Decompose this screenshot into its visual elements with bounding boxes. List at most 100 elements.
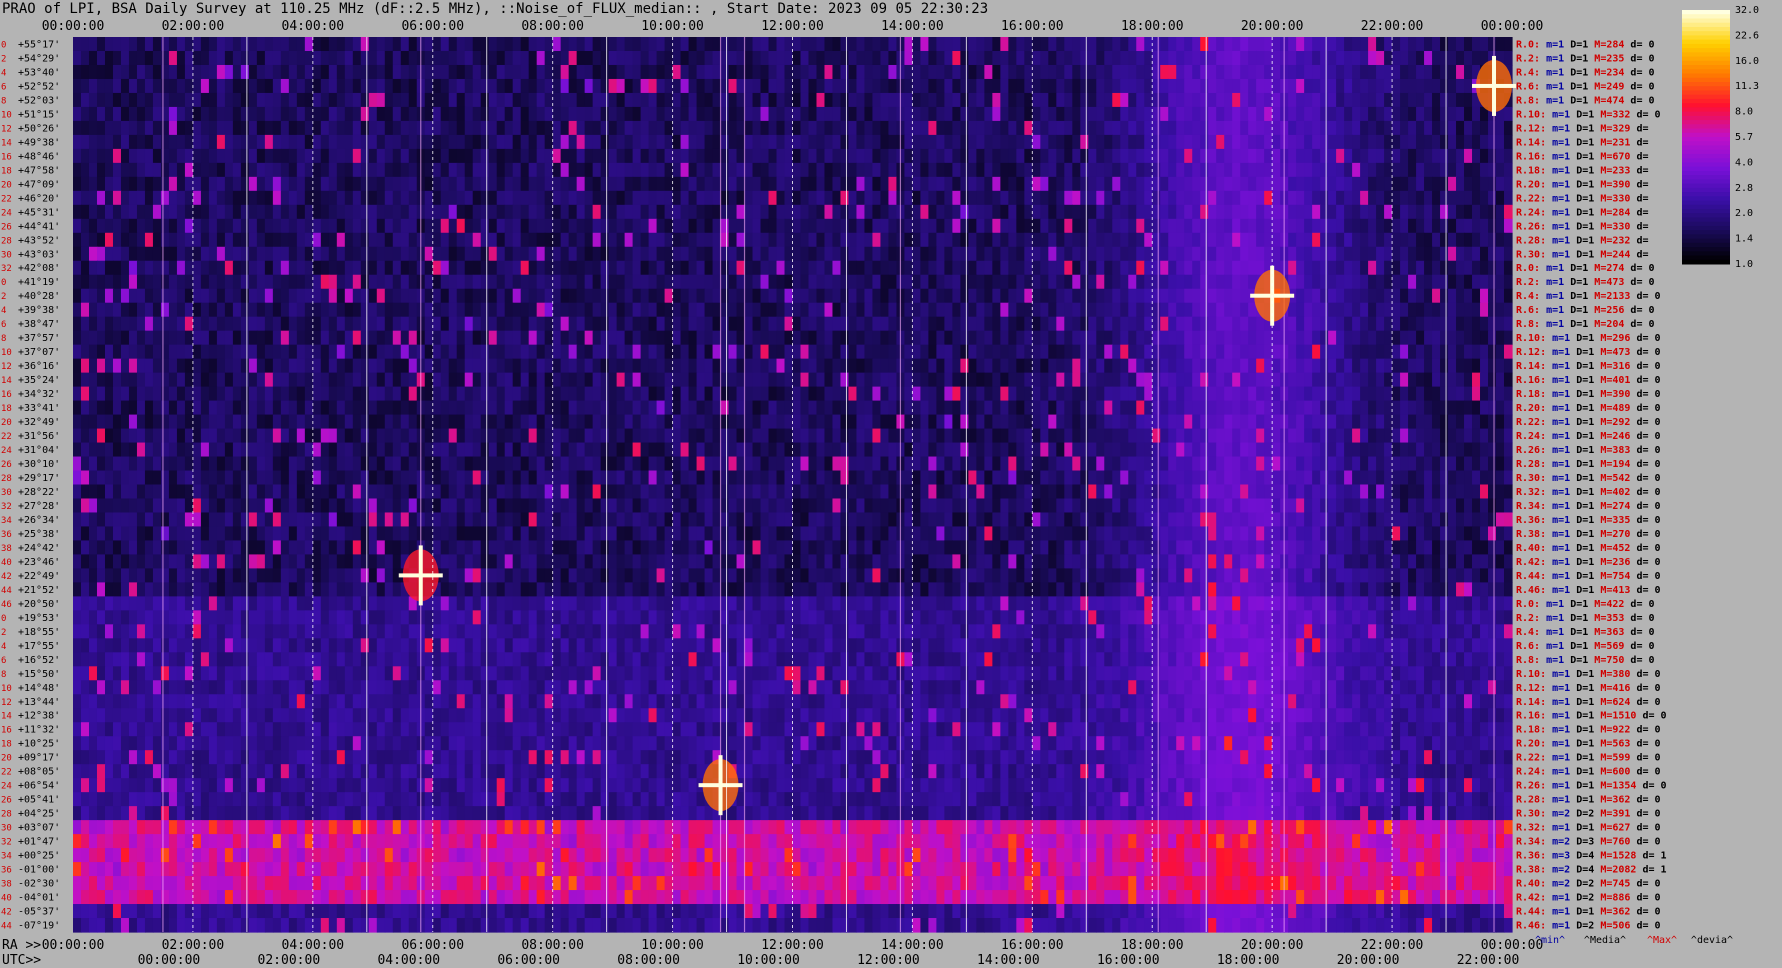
heatmap-cell bbox=[1392, 358, 1401, 374]
heatmap-cell bbox=[864, 37, 874, 52]
heatmap-cell bbox=[1144, 50, 1153, 66]
heatmap-cell bbox=[752, 400, 762, 416]
heatmap-cell bbox=[1136, 330, 1145, 346]
heatmap-cell bbox=[608, 78, 618, 94]
heatmap-cell bbox=[1272, 162, 1281, 178]
heatmap-cell bbox=[88, 148, 98, 164]
heatmap-cell bbox=[232, 64, 242, 80]
heatmap-cell bbox=[1088, 50, 1097, 66]
heatmap-cell bbox=[1488, 190, 1497, 206]
heatmap-cell bbox=[1240, 218, 1249, 234]
heatmap-cell bbox=[200, 148, 210, 164]
heatmap-cell bbox=[1216, 400, 1225, 416]
heatmap-cell bbox=[464, 204, 474, 220]
heatmap-cell bbox=[760, 246, 770, 262]
heatmap-cell bbox=[224, 37, 234, 52]
heatmap-cell bbox=[1224, 358, 1233, 374]
heatmap-cell bbox=[504, 260, 514, 276]
heatmap-cell bbox=[1160, 372, 1169, 388]
heatmap-cell bbox=[192, 288, 202, 304]
heatmap-cell bbox=[120, 37, 130, 52]
heatmap-cell bbox=[936, 162, 945, 178]
heatmap-cell bbox=[712, 372, 722, 388]
heatmap-cell bbox=[440, 37, 450, 52]
heatmap-cell bbox=[944, 92, 953, 108]
heatmap-cell bbox=[632, 386, 642, 402]
heatmap-cell bbox=[712, 92, 722, 108]
heatmap-cell bbox=[73, 274, 82, 290]
heatmap-cell bbox=[808, 64, 818, 80]
heatmap-cell bbox=[1288, 64, 1297, 80]
heatmap-cell bbox=[1304, 386, 1313, 402]
heatmap-cell bbox=[1416, 134, 1425, 150]
heatmap-cell bbox=[1440, 386, 1449, 402]
heatmap-cell bbox=[576, 274, 586, 290]
heatmap-cell bbox=[768, 232, 778, 248]
heatmap-cell bbox=[1192, 92, 1201, 108]
heatmap-cell bbox=[1040, 260, 1049, 276]
heatmap-cell bbox=[1416, 64, 1425, 80]
heatmap-cell bbox=[328, 372, 338, 388]
heatmap-cell bbox=[824, 302, 834, 318]
heatmap-cell bbox=[464, 288, 474, 304]
heatmap-cell bbox=[376, 246, 386, 262]
heatmap-cell bbox=[696, 386, 706, 402]
heatmap-cell bbox=[192, 50, 202, 66]
heatmap-cell bbox=[136, 92, 146, 108]
heatmap-cell bbox=[592, 246, 602, 262]
heatmap-cell bbox=[168, 358, 178, 374]
heatmap-cell bbox=[504, 92, 514, 108]
heatmap-cell bbox=[328, 274, 338, 290]
heatmap-cell bbox=[832, 134, 842, 150]
heatmap-cell bbox=[1200, 37, 1209, 52]
heatmap-cell bbox=[944, 260, 953, 276]
heatmap-cell bbox=[704, 92, 714, 108]
heatmap-cell bbox=[80, 92, 90, 108]
heatmap-cell bbox=[232, 50, 242, 66]
heatmap-cell bbox=[264, 344, 274, 360]
heatmap-cell bbox=[1344, 134, 1353, 150]
heatmap-cell bbox=[1176, 288, 1185, 304]
heatmap-cell bbox=[976, 274, 985, 290]
heatmap-cell bbox=[344, 232, 354, 248]
heatmap-cell bbox=[752, 92, 762, 108]
heatmap-cell bbox=[1384, 302, 1393, 318]
heatmap-cell bbox=[200, 372, 210, 388]
heatmap-cell bbox=[104, 190, 114, 206]
heatmap-cell bbox=[856, 372, 866, 388]
heatmap-cell bbox=[808, 372, 818, 388]
heatmap-cell bbox=[456, 134, 466, 150]
heatmap-cell bbox=[624, 260, 634, 276]
heatmap-cell bbox=[1416, 344, 1425, 360]
heatmap-cell bbox=[1160, 302, 1169, 318]
heatmap-cell bbox=[888, 204, 898, 220]
heatmap-cell bbox=[848, 372, 858, 388]
heatmap-cell bbox=[1432, 372, 1441, 388]
heatmap-cell bbox=[632, 330, 642, 346]
heatmap-cell bbox=[1000, 372, 1009, 388]
heatmap-cell bbox=[544, 204, 554, 220]
heatmap-cell bbox=[1368, 400, 1377, 416]
heatmap-cell bbox=[640, 302, 650, 318]
heatmap-cell bbox=[112, 218, 122, 234]
dec-label: +52°03' bbox=[18, 95, 60, 106]
heatmap-cell bbox=[536, 372, 546, 388]
heatmap-cell bbox=[688, 190, 698, 206]
heatmap-cell bbox=[1224, 386, 1233, 402]
heatmap-cell bbox=[584, 288, 594, 304]
heatmap-cell bbox=[1424, 246, 1433, 262]
heatmap-cell bbox=[776, 260, 786, 276]
heatmap-cell bbox=[608, 176, 618, 192]
heatmap-cell bbox=[736, 302, 746, 318]
heatmap-cell bbox=[600, 232, 610, 248]
heatmap-cell bbox=[672, 260, 682, 276]
heatmap-cell bbox=[1368, 64, 1377, 80]
heatmap-cell bbox=[752, 344, 762, 360]
heatmap-cell bbox=[1360, 302, 1369, 318]
heatmap-cell bbox=[1208, 358, 1217, 374]
heatmap-cell bbox=[1296, 37, 1305, 52]
heatmap-cell bbox=[440, 372, 450, 388]
heatmap-cell bbox=[696, 176, 706, 192]
heatmap-cell bbox=[1216, 232, 1225, 248]
heatmap-cell bbox=[368, 37, 378, 52]
